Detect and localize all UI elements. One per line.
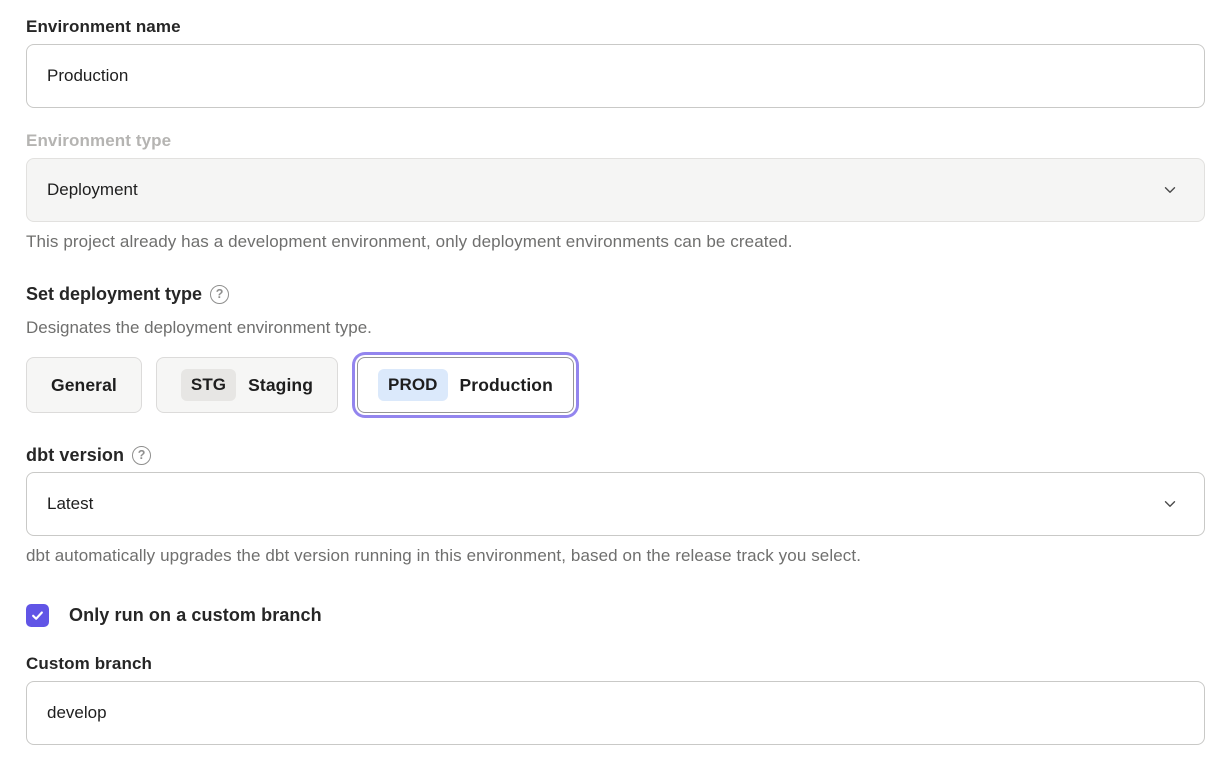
environment-settings-form: Environment name Environment type Deploy… bbox=[0, 0, 1228, 745]
chevron-down-icon bbox=[1162, 182, 1178, 198]
deployment-type-staging-button[interactable]: STG Staging bbox=[156, 357, 338, 413]
help-icon[interactable]: ? bbox=[132, 446, 151, 465]
dbt-version-label: dbt version bbox=[26, 444, 124, 466]
dbt-version-helper: dbt automatically upgrades the dbt versi… bbox=[26, 546, 1205, 566]
dbt-version-field: dbt version ? Latest dbt automatically u… bbox=[26, 444, 1205, 566]
environment-name-label: Environment name bbox=[26, 16, 1205, 38]
checkmark-icon bbox=[30, 608, 45, 623]
custom-branch-field: Custom branch bbox=[26, 653, 1205, 745]
environment-type-select[interactable]: Deployment bbox=[26, 158, 1205, 222]
environment-type-field: Environment type Deployment This project… bbox=[26, 130, 1205, 252]
deployment-type-staging-label: Staging bbox=[248, 375, 313, 396]
deployment-type-heading: Set deployment type bbox=[26, 283, 202, 305]
dbt-version-value: Latest bbox=[47, 494, 93, 514]
deployment-type-options: General STG Staging PROD Production bbox=[26, 354, 1205, 416]
custom-branch-label: Custom branch bbox=[26, 653, 1205, 675]
deployment-type-production-button[interactable]: PROD Production bbox=[357, 357, 574, 413]
deployment-type-field: Set deployment type ? Designates the dep… bbox=[26, 283, 1205, 416]
environment-name-input[interactable] bbox=[26, 44, 1205, 108]
dbt-version-select[interactable]: Latest bbox=[26, 472, 1205, 536]
environment-name-field: Environment name bbox=[26, 16, 1205, 108]
environment-type-label: Environment type bbox=[26, 130, 1205, 152]
custom-branch-toggle-label: Only run on a custom branch bbox=[69, 605, 322, 626]
environment-type-value: Deployment bbox=[47, 180, 138, 200]
deployment-type-general-label: General bbox=[51, 375, 117, 396]
custom-branch-toggle-row: Only run on a custom branch bbox=[26, 604, 1205, 627]
chevron-down-icon bbox=[1162, 496, 1178, 512]
environment-type-helper: This project already has a development e… bbox=[26, 232, 1205, 252]
deployment-type-production-label: Production bbox=[460, 375, 553, 396]
production-badge: PROD bbox=[378, 369, 448, 401]
custom-branch-checkbox[interactable] bbox=[26, 604, 49, 627]
deployment-type-general-button[interactable]: General bbox=[26, 357, 142, 413]
staging-badge: STG bbox=[181, 369, 236, 401]
custom-branch-input[interactable] bbox=[26, 681, 1205, 745]
help-icon[interactable]: ? bbox=[210, 285, 229, 304]
deployment-type-helper: Designates the deployment environment ty… bbox=[26, 318, 1205, 338]
